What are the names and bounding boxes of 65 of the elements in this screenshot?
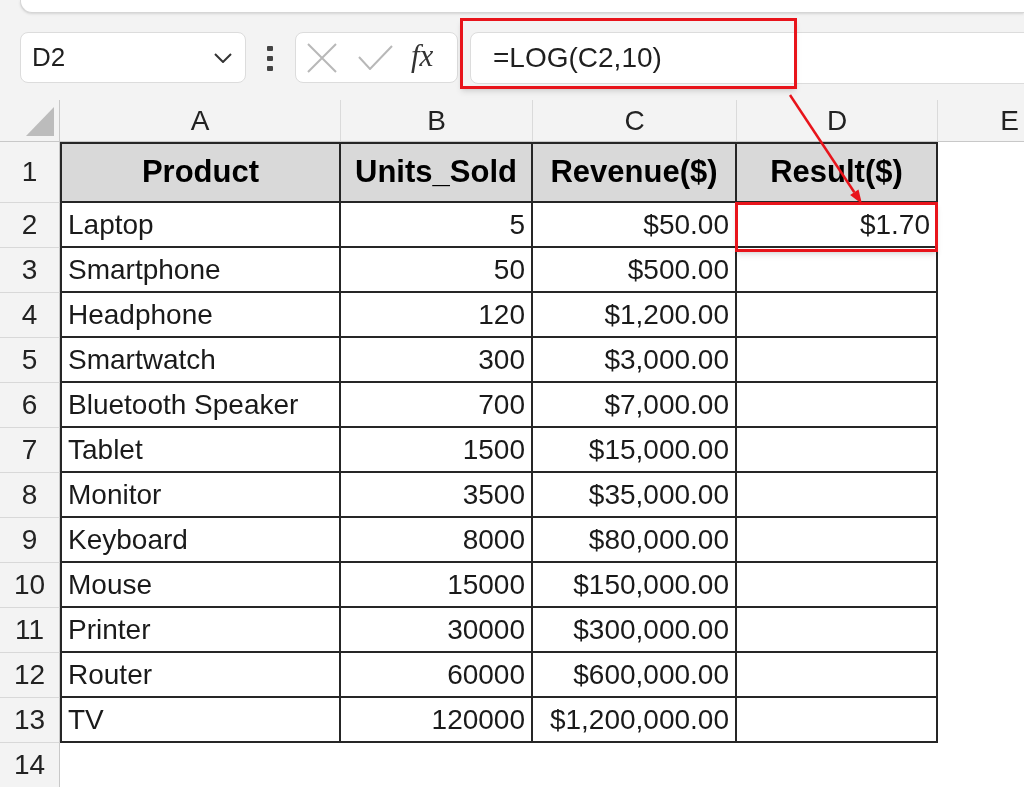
row-header[interactable]: 8 <box>0 473 60 518</box>
table-cell: Smartwatch <box>60 338 341 383</box>
header-cell: Revenue($) <box>533 142 737 203</box>
table-cell: 60000 <box>341 653 533 698</box>
vertical-dots-icon[interactable] <box>266 46 274 71</box>
formula-field[interactable]: =LOG(C2,10) <box>470 32 1024 84</box>
row-header[interactable]: 4 <box>0 293 60 338</box>
table-cell: $600,000.00 <box>533 653 737 698</box>
table-cell: $150,000.00 <box>533 563 737 608</box>
table-cell: 50 <box>341 248 533 293</box>
row-header[interactable]: 2 <box>0 203 60 248</box>
table-cell: $80,000.00 <box>533 518 737 563</box>
column-header[interactable]: E <box>938 100 1024 142</box>
table-cell: Headphone <box>60 293 341 338</box>
table-cell: Bluetooth Speaker <box>60 383 341 428</box>
table-cell: $3,000.00 <box>533 338 737 383</box>
insert-function-button[interactable]: fx <box>411 40 434 75</box>
table-cell: 5 <box>341 203 533 248</box>
row-header[interactable]: 13 <box>0 698 60 743</box>
corner-triangle-icon[interactable] <box>26 107 54 136</box>
table-cell: $1,200,000.00 <box>533 698 737 743</box>
header-cell: Product <box>60 142 341 203</box>
table-cell: $7,000.00 <box>533 383 737 428</box>
table-cell: $35,000.00 <box>533 473 737 518</box>
table-cell: Mouse <box>60 563 341 608</box>
table-cell: TV <box>60 698 341 743</box>
row-header[interactable]: 5 <box>0 338 60 383</box>
row-header[interactable]: 9 <box>0 518 60 563</box>
checkmark-icon[interactable] <box>358 45 393 70</box>
table-cell: Tablet <box>60 428 341 473</box>
column-header[interactable]: C <box>533 100 737 142</box>
column-header[interactable]: B <box>341 100 533 142</box>
table-cell: 15000 <box>341 563 533 608</box>
name-box[interactable]: D2 <box>20 32 246 83</box>
row-header[interactable]: 1 <box>0 142 60 203</box>
table-cell: Router <box>60 653 341 698</box>
table-cell: 120 <box>341 293 533 338</box>
row-header[interactable]: 12 <box>0 653 60 698</box>
table-cell: 1500 <box>341 428 533 473</box>
row-header[interactable]: 7 <box>0 428 60 473</box>
row-header[interactable]: 6 <box>0 383 60 428</box>
table-cell: Smartphone <box>60 248 341 293</box>
table-cell: Monitor <box>60 473 341 518</box>
table-cell: 120000 <box>341 698 533 743</box>
table-cell: 30000 <box>341 608 533 653</box>
cross-icon[interactable] <box>307 42 337 73</box>
chevron-down-icon[interactable] <box>214 52 232 63</box>
column-header[interactable]: D <box>737 100 938 142</box>
table-cell: 8000 <box>341 518 533 563</box>
row-header[interactable]: 10 <box>0 563 60 608</box>
table-cell: 3500 <box>341 473 533 518</box>
table-cell: 300 <box>341 338 533 383</box>
table-cell: 700 <box>341 383 533 428</box>
row-header[interactable]: 3 <box>0 248 60 293</box>
row-header[interactable]: 14 <box>0 743 60 787</box>
table-cell: Keyboard <box>60 518 341 563</box>
table-cell: $300,000.00 <box>533 608 737 653</box>
header-cell: Units_Sold <box>341 142 533 203</box>
table-cell: Laptop <box>60 203 341 248</box>
input-field[interactable] <box>20 0 1024 13</box>
row-header[interactable]: 11 <box>0 608 60 653</box>
table-cell: Printer <box>60 608 341 653</box>
table-cell: $1,200.00 <box>533 293 737 338</box>
column-header[interactable]: A <box>60 100 341 142</box>
table-cell: $15,000.00 <box>533 428 737 473</box>
